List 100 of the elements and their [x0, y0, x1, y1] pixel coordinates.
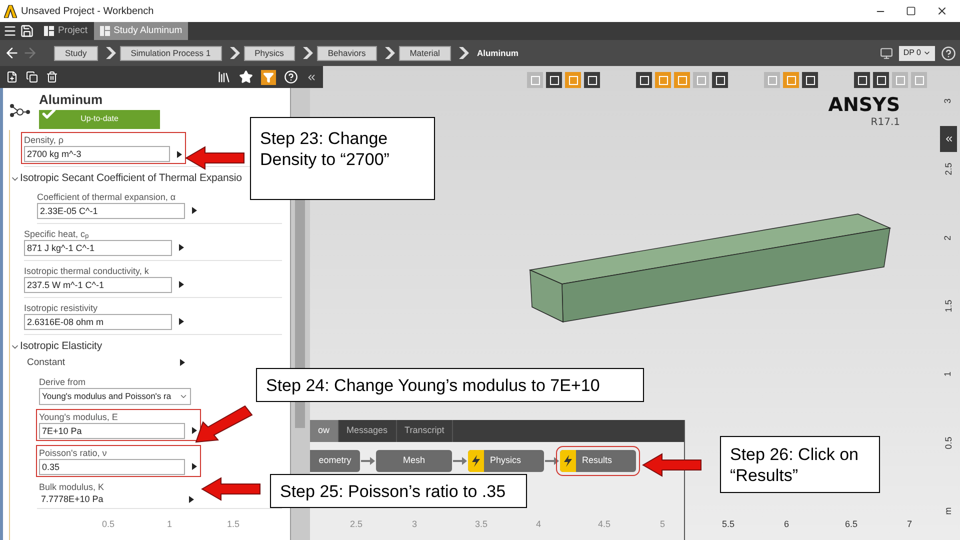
- breadcrumb-current: Aluminum: [476, 46, 518, 60]
- caret-icon[interactable]: [179, 244, 184, 252]
- help-icon[interactable]: [941, 46, 956, 60]
- field-label: Young's modulus, E: [39, 410, 118, 423]
- connector-arrow: [453, 457, 467, 465]
- caret-icon[interactable]: [192, 427, 197, 434]
- tab[interactable]: Transcript: [396, 420, 454, 442]
- breadcrumb[interactable]: Study: [54, 46, 98, 60]
- input-field[interactable]: 0.35: [39, 458, 185, 475]
- axis-tick-label: 3: [943, 98, 953, 104]
- callout-box: Step 25: Poisson’s ratio to .35: [270, 474, 527, 508]
- axis-tick-label: m: [943, 507, 953, 515]
- callout-box: Step 24: Change Young’s modulus to 7E+10: [256, 368, 644, 402]
- field-label: Density, ρ: [24, 134, 64, 146]
- window-title: Unsaved Project - Workbench: [21, 4, 154, 18]
- field-value: 7.7778E+10 Pa: [40, 492, 104, 506]
- field-label: Coefficient of thermal expansion, α: [37, 190, 176, 203]
- save-icon[interactable]: [20, 24, 34, 38]
- new-file-icon[interactable]: [6, 71, 18, 83]
- input-field[interactable]: 2.33E-05 C^-1: [37, 202, 185, 219]
- caret-icon[interactable]: [177, 150, 182, 158]
- caret-icon[interactable]: [192, 463, 197, 470]
- back-icon[interactable]: [4, 45, 20, 61]
- axis-tick-label: 5: [660, 518, 666, 531]
- tab[interactable]: ow: [310, 420, 339, 442]
- callout-box: Step 23: Change Density to “2700”: [250, 117, 435, 200]
- input-field[interactable]: 2700 kg m^-3: [24, 146, 170, 162]
- layout-icon: [100, 26, 110, 36]
- screen-icon[interactable]: [880, 46, 894, 60]
- workflow-node[interactable]: Results: [560, 450, 636, 472]
- network-icon: [9, 103, 31, 117]
- menu-icon[interactable]: [3, 24, 17, 38]
- axis-tick-label: 1.5: [227, 518, 240, 531]
- axis-tick-label: 3.5: [475, 518, 488, 531]
- axis-tick-label: 4.5: [598, 518, 611, 531]
- field-label: Derive from: [39, 376, 86, 388]
- axis-tick-label: 4: [536, 518, 542, 531]
- callout-box: Step 26: Click on “Results”: [720, 436, 880, 493]
- workflow-node[interactable]: Mesh: [376, 450, 452, 472]
- view-tool-icon[interactable]: [873, 72, 889, 88]
- section-title[interactable]: Isotropic Elasticity: [20, 338, 102, 354]
- status-badge: Up-to-date: [39, 110, 160, 128]
- close-icon[interactable]: [936, 5, 948, 17]
- pointer-arrow: [200, 477, 262, 501]
- axis-tick-label: 1.5: [943, 300, 953, 312]
- connector-arrow: [545, 457, 559, 465]
- caret-icon[interactable]: [189, 496, 194, 503]
- collapse-icon[interactable]: [306, 72, 317, 82]
- caret-icon[interactable]: [179, 318, 184, 326]
- axis-tick-label: 7: [907, 518, 912, 531]
- caret-icon[interactable]: [192, 207, 197, 214]
- chevron-icon: [458, 47, 469, 59]
- chevron-icon: [302, 47, 313, 59]
- option-label[interactable]: Constant: [27, 356, 180, 370]
- axis-tick-label: 1: [167, 518, 172, 531]
- panel-title: Aluminum: [39, 92, 104, 106]
- caret-icon[interactable]: [180, 359, 185, 366]
- workflow-node[interactable]: Physics: [468, 450, 544, 472]
- axis-tick-label: 1: [943, 372, 953, 377]
- axis-tick-label: 2: [943, 235, 953, 240]
- view-tool-icon[interactable]: [854, 72, 870, 88]
- axis-tick-label: 0.5: [102, 518, 115, 531]
- input-field[interactable]: 237.5 W m^-1 C^-1: [24, 276, 172, 293]
- view-tool-icon[interactable]: [584, 72, 600, 88]
- breadcrumb[interactable]: Simulation Process 1: [120, 46, 222, 60]
- input-field[interactable]: 7E+10 Pa: [39, 422, 185, 439]
- tab[interactable]: Messages: [338, 420, 397, 442]
- input-field[interactable]: 2.6316E-08 ohm m: [24, 314, 172, 330]
- axis-tick-label: 3: [412, 518, 418, 531]
- breadcrumb[interactable]: Physics: [244, 46, 295, 60]
- breadcrumb[interactable]: Material: [398, 46, 451, 60]
- version-label: R17.1: [870, 116, 900, 130]
- field-label: Specific heat, c$_{p}$: [24, 228, 89, 240]
- library-icon[interactable]: [217, 70, 231, 84]
- design-point-button[interactable]: DP 0: [899, 46, 935, 60]
- view-tool-icon[interactable]: [712, 72, 728, 88]
- axis-tick-label: 2.5: [943, 163, 953, 176]
- copy-icon[interactable]: [26, 71, 38, 83]
- workflow-node[interactable]: eometry: [310, 450, 360, 472]
- dropdown-icon[interactable]: [923, 49, 931, 57]
- chevron-icon: [230, 47, 240, 59]
- pointer-arrow: [184, 146, 246, 170]
- trash-icon[interactable]: [46, 71, 58, 83]
- expand-panel-icon[interactable]: [944, 134, 954, 144]
- section-title[interactable]: Isotropic Secant Coefficient of Thermal Expansio: [20, 171, 242, 187]
- view-tool-icon[interactable]: [636, 72, 652, 88]
- field-label: Bulk modulus, K: [39, 480, 104, 493]
- axis-tick-label: 5.5: [722, 518, 735, 531]
- filter-button[interactable]: [261, 70, 276, 84]
- input-field[interactable]: 871 J kg^-1 C^-1: [24, 240, 172, 256]
- maximize-icon[interactable]: [906, 6, 916, 16]
- breadcrumb[interactable]: Behaviors: [316, 46, 377, 60]
- pointer-arrow: [641, 453, 703, 477]
- caret-icon[interactable]: [179, 281, 184, 288]
- star-icon[interactable]: [239, 70, 253, 84]
- dropdown[interactable]: Young's modulus and Poisson's ra: [39, 388, 191, 405]
- view-tool-icon[interactable]: [802, 72, 818, 88]
- view-tool-icon[interactable]: [546, 72, 562, 88]
- axis-tick-label: 6: [784, 518, 790, 531]
- field-label: Isotropic thermal conductivity, k: [24, 264, 149, 277]
